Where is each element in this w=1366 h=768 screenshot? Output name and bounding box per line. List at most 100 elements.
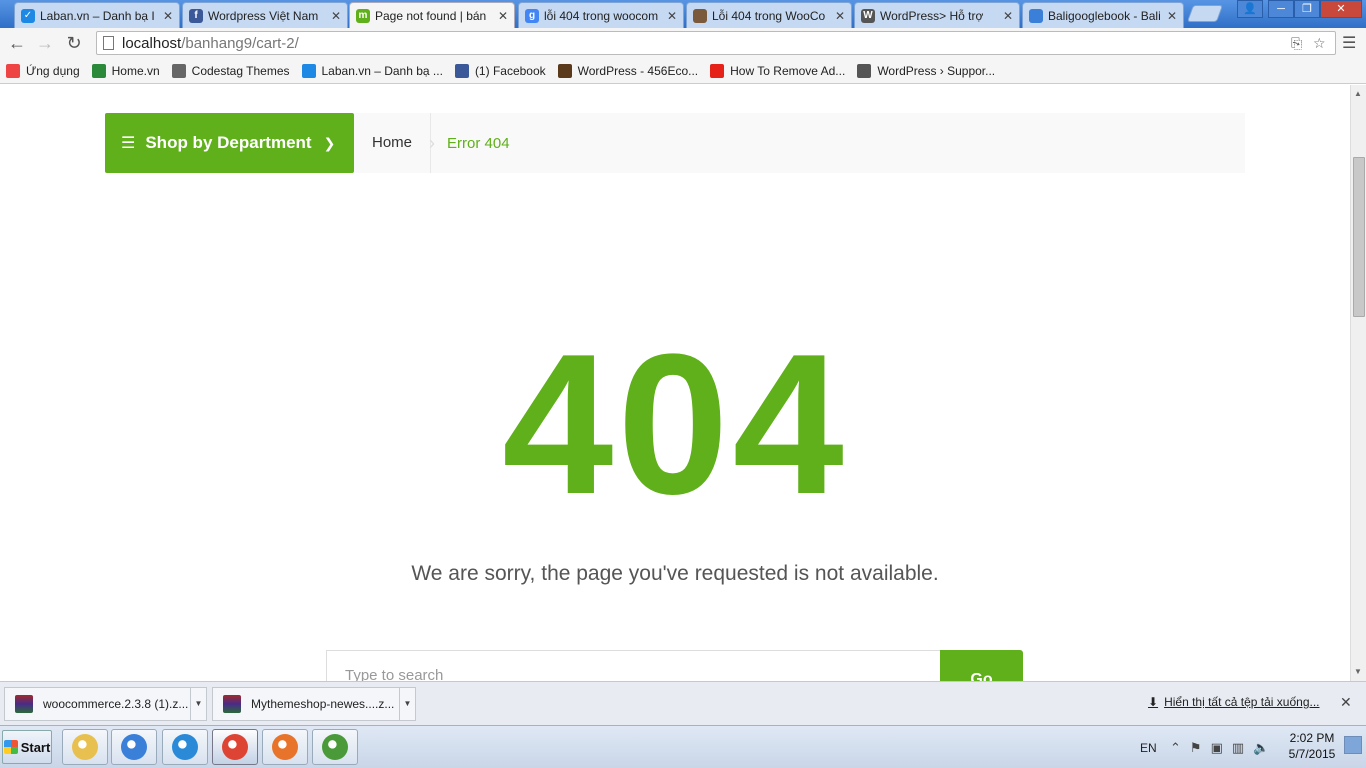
home-vn-icon (91, 63, 106, 78)
clock-date: 5/7/2015 (1288, 747, 1336, 761)
chrome-icon (222, 734, 248, 760)
bookmark-item[interactable]: Ứng dụng (6, 63, 80, 78)
file-explorer-icon (72, 734, 98, 760)
download-shelf: woocommerce.2.3.8 (1).z... ▼ Mythemeshop… (0, 681, 1366, 725)
device-icon[interactable]: ▣ (1211, 740, 1223, 756)
bookmark-item[interactable]: Codestag Themes (171, 63, 290, 78)
wordpress-456-icon (557, 63, 572, 78)
search-input[interactable]: Type to search (326, 650, 940, 681)
back-icon[interactable]: ← (6, 32, 28, 54)
browser-tab[interactable]: g lỗi 404 trong woocom ✕ (518, 2, 684, 28)
tab-close-icon[interactable]: ✕ (667, 9, 677, 23)
language-indicator[interactable]: EN (1140, 726, 1157, 768)
department-button-label: Shop by Department (145, 133, 312, 152)
show-all-downloads-link[interactable]: ⬇ Hiển thị tất cả tệp tải xuống... (1148, 695, 1320, 709)
system-tray: ⌃ ⚑ ▣ ▥ 🔈 (1170, 726, 1269, 768)
tray-expand-icon[interactable]: ⌃ (1170, 740, 1181, 756)
taskbar-app-button[interactable] (312, 729, 358, 765)
download-item[interactable]: Mythemeshop-newes....z... ▼ (212, 687, 416, 721)
tab-title: Lỗi 404 trong WooCo (712, 8, 826, 23)
url-host: localhost (122, 34, 182, 52)
bookmark-item[interactable]: How To Remove Ad... (710, 63, 846, 78)
bookmark-item[interactable]: (1) Facebook (454, 63, 546, 78)
download-item[interactable]: woocommerce.2.3.8 (1).z... ▼ (4, 687, 207, 721)
tab-close-icon[interactable]: ✕ (1003, 9, 1013, 23)
youtube-icon (710, 63, 725, 78)
download-menu-arrow-icon[interactable]: ▼ (190, 688, 206, 720)
windows-taskbar: Start EN ⌃ ⚑ ▣ ▥ 🔈 2:02 PM 5/7/2015 (0, 725, 1366, 768)
wordpress-icon (857, 63, 872, 78)
bookmark-item[interactable]: WordPress › Suppor... (857, 63, 995, 78)
system-clock[interactable]: 2:02 PM 5/7/2015 (1284, 730, 1340, 762)
tab-title: Page not found | bán (375, 8, 487, 23)
google-icon: g (525, 8, 539, 23)
scroll-up-icon[interactable]: ▲ (1354, 89, 1362, 98)
taskbar-app-button[interactable] (162, 729, 208, 765)
download-filename: Mythemeshop-newes....z... (251, 697, 395, 711)
tab-close-icon[interactable]: ✕ (498, 9, 508, 23)
chrome-menu-icon[interactable]: ☰ (1342, 33, 1358, 53)
bookmark-label: Codestag Themes (191, 63, 290, 78)
bookmark-label: How To Remove Ad... (730, 63, 846, 78)
tab-title: Wordpress Việt Nam (208, 8, 319, 23)
bookmark-item[interactable]: Home.vn (91, 63, 160, 78)
page-icon (103, 36, 114, 50)
forward-icon[interactable]: → (34, 32, 56, 54)
search-go-button[interactable]: Go (940, 650, 1023, 681)
tab-close-icon[interactable]: ✕ (1167, 9, 1177, 23)
translate-icon[interactable]: ⎘ (1291, 35, 1302, 52)
loading-icon (1029, 8, 1043, 23)
taskbar-app-button[interactable] (111, 729, 157, 765)
bookmark-label: Laban.vn – Danh bạ ... (321, 63, 443, 78)
page-viewport: ☰ Shop by Department ❯ Home › Error 404 … (0, 85, 1350, 681)
taskbar-app-button[interactable] (262, 729, 308, 765)
browser-tab[interactable]: ✓ Laban.vn – Danh bạ I ✕ (14, 2, 180, 28)
chevron-down-icon: ❯ (323, 134, 336, 151)
volume-icon[interactable]: 🔈 (1253, 740, 1269, 756)
tab-title: Laban.vn – Danh bạ I (40, 8, 155, 23)
download-filename: woocommerce.2.3.8 (1).z... (43, 697, 189, 711)
facebook-icon: f (189, 8, 203, 23)
start-button[interactable]: Start (2, 730, 52, 764)
minimize-button[interactable]: ─ (1268, 0, 1294, 18)
facebook-icon (454, 63, 469, 78)
new-tab-button[interactable] (1186, 5, 1224, 22)
close-shelf-icon[interactable]: ✕ (1340, 694, 1352, 711)
show-desktop-button[interactable] (1344, 736, 1362, 754)
download-arrow-icon: ⬇ (1148, 695, 1159, 709)
bookmark-label: (1) Facebook (474, 63, 546, 78)
browser-tab[interactable]: f Wordpress Việt Nam ✕ (182, 2, 348, 28)
download-menu-arrow-icon[interactable]: ▼ (399, 688, 415, 720)
bookmark-item[interactable]: WordPress - 456Eco... (557, 63, 698, 78)
browser-tab[interactable]: Lỗi 404 trong WooCo ✕ (686, 2, 852, 28)
tab-close-icon[interactable]: ✕ (835, 9, 845, 23)
scroll-down-icon[interactable]: ▼ (1354, 667, 1362, 676)
scroll-thumb[interactable] (1353, 157, 1365, 317)
taskbar-app-button[interactable] (212, 729, 258, 765)
network-icon[interactable]: ▥ (1232, 740, 1244, 756)
error-message: We are sorry, the page you've requested … (411, 562, 939, 585)
codestag-icon (171, 63, 186, 78)
taskbar-app-button[interactable] (62, 729, 108, 765)
close-window-button[interactable]: ✕ (1320, 0, 1362, 18)
browser-tab[interactable]: m Page not found | bán ✕ (349, 2, 515, 28)
tab-close-icon[interactable]: ✕ (163, 9, 173, 23)
browser-tab[interactable]: Baligooglebook - Bali ✕ (1022, 2, 1184, 28)
bookmark-star-icon[interactable]: ☆ (1313, 35, 1326, 52)
breadcrumb-home-link[interactable]: Home (354, 113, 432, 173)
browser-tab[interactable]: W WordPress> Hỗ trợ ✕ (854, 2, 1020, 28)
action-center-icon[interactable]: ⚑ (1190, 740, 1202, 756)
media-player-icon (121, 734, 147, 760)
reload-icon[interactable]: ↻ (63, 32, 85, 54)
tab-title: WordPress> Hỗ trợ (880, 8, 984, 23)
tab-close-icon[interactable]: ✕ (331, 9, 341, 23)
shop-by-department-button[interactable]: ☰ Shop by Department ❯ (105, 113, 354, 173)
firefox-icon (272, 734, 298, 760)
page-scrollbar[interactable]: ▲ ▼ (1350, 85, 1366, 681)
breadcrumb: Home › Error 404 (354, 113, 1245, 173)
user-profile-button[interactable]: 👤 (1237, 0, 1263, 18)
restore-button[interactable]: ❐ (1294, 0, 1320, 18)
bookmark-item[interactable]: Laban.vn – Danh bạ ... (301, 63, 443, 78)
browser-title-bar: ✓ Laban.vn – Danh bạ I ✕ f Wordpress Việt Na… (0, 0, 1366, 28)
address-bar[interactable]: localhost/banhang9/cart-2/ ⎘ ☆ (96, 31, 1336, 55)
